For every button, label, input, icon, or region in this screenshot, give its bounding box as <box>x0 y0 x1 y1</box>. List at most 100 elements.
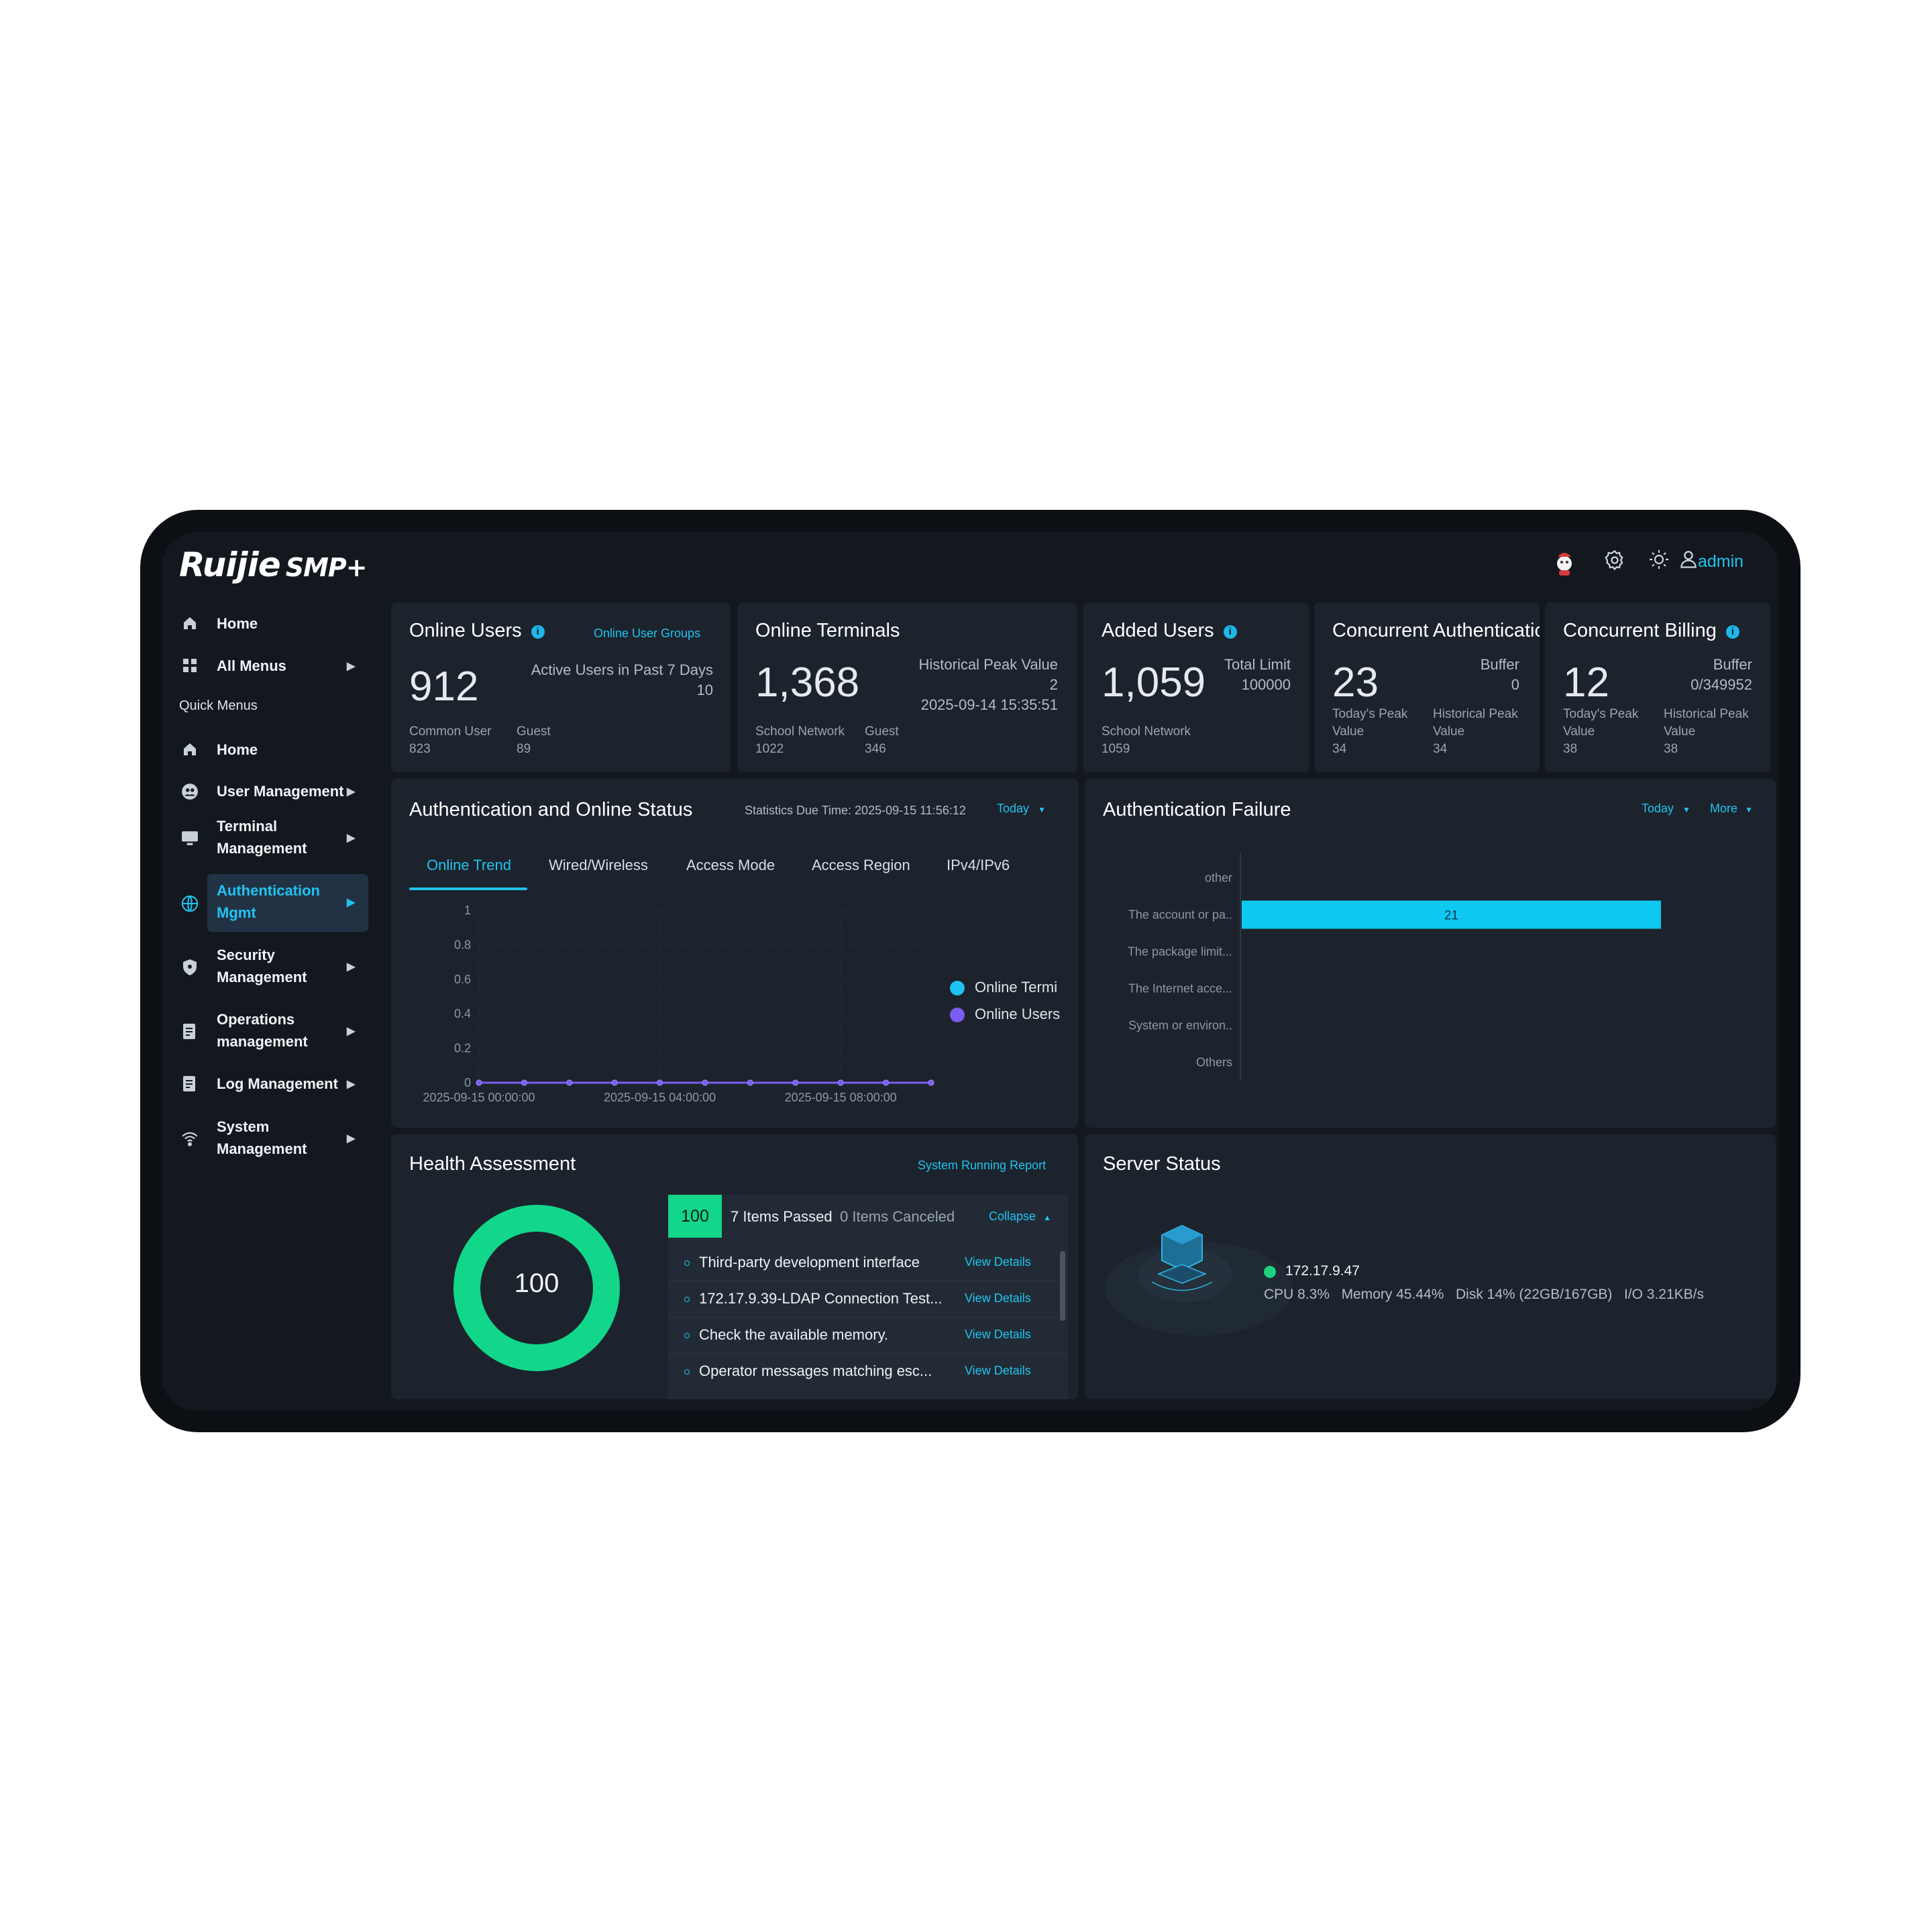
buffer-value: 0 <box>1511 676 1519 693</box>
admin-user-link[interactable]: admin <box>1698 552 1743 572</box>
card-title: Server Status <box>1103 1153 1221 1175</box>
io-rate: I/O 3.21KB/s <box>1623 1287 1704 1302</box>
home-icon <box>180 615 199 634</box>
sidebar-item-user-management[interactable]: User Management ▶ <box>162 780 370 804</box>
card-online-terminals: Online Terminals 1,368 Historical Peak V… <box>737 602 1077 772</box>
settings-icon[interactable] <box>1601 549 1628 576</box>
sidebar-item-security-management[interactable]: Security Management ▶ <box>162 944 370 991</box>
chevron-right-icon: ▶ <box>347 661 356 672</box>
bullet-icon <box>684 1297 690 1302</box>
auth-failure-chart: other The account or pa.. 21 The package li… <box>1128 853 1661 1081</box>
legend-label-users[interactable]: Online Users <box>975 1006 1060 1023</box>
added-users-value: 1,059 <box>1102 659 1206 706</box>
category-label: Others <box>1196 1056 1232 1069</box>
health-item-text: 172.17.9.39-LDAP Connection Test... <box>699 1290 943 1307</box>
guest-label: Guest <box>517 724 551 739</box>
legend-label-terminals[interactable]: Online Termi <box>975 979 1057 996</box>
total-limit-value: 100000 <box>1241 676 1291 693</box>
historical-peak-label: Historical Peak Value <box>1664 707 1749 739</box>
todays-peak-label: Today's Peak Value <box>1563 707 1639 739</box>
sidebar-item-log-management[interactable]: Log Management ▶ <box>162 1073 370 1097</box>
buffer-label: Buffer <box>1480 656 1519 673</box>
card-concurrent-authentication: Concurrent Authenticatic 23 Buffer 0 Tod… <box>1314 602 1540 772</box>
data-point <box>476 1079 482 1086</box>
sidebar-item-terminal-management[interactable]: Terminal Management ▶ <box>162 815 370 862</box>
x-tick-label: 2025-09-15 00:00:00 <box>423 1091 535 1104</box>
brand-logo[interactable]: Ruijie SMP+ <box>179 545 368 584</box>
theme-sun-icon[interactable] <box>1646 549 1672 576</box>
sidebar-item-operations-management[interactable]: Operations management ▶ <box>162 1008 370 1055</box>
caret-up-icon: ▲ <box>1043 1213 1051 1222</box>
server-metrics: CPU 8.3% Memory 45.44% Disk 14% (22GB/16… <box>1264 1287 1704 1303</box>
bullet-icon <box>684 1369 690 1375</box>
collapse-button[interactable]: Collapse ▲ <box>989 1210 1051 1224</box>
items-canceled: 0 Items Canceled <box>840 1208 955 1225</box>
server-illustration-icon <box>1105 1224 1293 1336</box>
mascot-icon[interactable] <box>1551 549 1578 576</box>
list-item: Third-party development interface View D… <box>668 1244 1068 1281</box>
bar-value-label: 21 <box>1444 909 1458 923</box>
school-network-label: School Network <box>1102 724 1191 739</box>
data-point <box>883 1079 890 1086</box>
y-tick-label: 0 <box>464 1076 471 1089</box>
info-icon[interactable]: i <box>1223 625 1237 639</box>
sidebar-item-label-line1: System <box>217 1118 270 1135</box>
system-running-report-link[interactable]: System Running Report <box>918 1159 1046 1173</box>
card-auth-online-status: Authentication and Online Status Statist… <box>391 779 1078 1128</box>
total-limit-label: Total Limit <box>1224 656 1291 673</box>
active-users-value: 10 <box>696 682 713 698</box>
health-check-list: Third-party development interface View D… <box>668 1238 1068 1385</box>
school-network-label: School Network <box>755 724 845 739</box>
view-details-link[interactable]: View Details <box>965 1328 1031 1342</box>
health-score-value: 100 <box>514 1269 559 1298</box>
sidebar-item-home-quick[interactable]: Home <box>162 739 370 763</box>
data-point <box>837 1079 844 1086</box>
school-network-value: 1059 <box>1102 742 1130 756</box>
health-item-text: Third-party development interface <box>699 1254 920 1271</box>
sidebar-item-label-line2: Management <box>217 969 307 985</box>
x-tick-label: 2025-09-15 08:00:00 <box>785 1091 897 1104</box>
view-details-link[interactable]: View Details <box>965 1255 1031 1269</box>
sidebar-item-label: Home <box>217 615 258 632</box>
online-user-groups-link[interactable]: Online User Groups <box>594 627 700 641</box>
wifi-icon <box>180 1130 199 1149</box>
historical-peak-label: Historical Peak Value <box>918 656 1058 673</box>
y-tick-label: 0.4 <box>454 1007 471 1020</box>
items-passed: 7 Items Passed <box>731 1208 833 1225</box>
cpu-usage: CPU 8.3% <box>1264 1287 1330 1302</box>
historical-peak-date: 2025-09-14 15:35:51 <box>920 696 1058 713</box>
sidebar-item-all-menus[interactable]: All Menus ▶ <box>162 655 370 679</box>
historical-peak-value: 38 <box>1664 742 1678 756</box>
brand-name: Ruijie <box>179 545 281 584</box>
info-icon[interactable]: i <box>1725 625 1739 639</box>
card-concurrent-billing: Concurrent Billing i 12 Buffer 0/349952 T… <box>1545 602 1770 772</box>
view-details-link[interactable]: View Details <box>965 1291 1031 1305</box>
chevron-right-icon: ▶ <box>347 897 356 908</box>
health-check-panel: 100 7 Items Passed 0 Items Canceled Coll… <box>668 1195 1068 1399</box>
sidebar-item-label-line2: Management <box>217 1140 307 1157</box>
data-point <box>928 1079 934 1086</box>
chevron-right-icon: ▶ <box>347 961 356 973</box>
sidebar-item-system-management[interactable]: System Management ▶ <box>162 1116 370 1163</box>
data-point <box>702 1079 708 1086</box>
sidebar-item-authentication-mgmt[interactable]: Authentication Mgmt ▶ <box>162 879 370 926</box>
card-server-status: Server Status 172.17.9.47 CPU 8.3% Memor… <box>1085 1134 1776 1399</box>
historical-peak-label: Historical Peak Value <box>1433 707 1518 739</box>
home-icon <box>180 741 199 760</box>
card-auth-failure: Authentication Failure Today ▼ More ▼ ot… <box>1085 779 1776 1128</box>
data-point <box>657 1079 663 1086</box>
sidebar-item-label-line2: Mgmt <box>217 904 256 921</box>
active-users-label: Active Users in Past 7 Days <box>531 661 713 678</box>
online-terminals-value: 1,368 <box>755 659 860 706</box>
product-name: SMP+ <box>285 553 368 582</box>
todays-peak-value: 38 <box>1563 742 1578 756</box>
online-users-value: 912 <box>409 663 479 710</box>
category-label: System or environ.. <box>1128 1019 1232 1032</box>
bullet-icon <box>684 1260 690 1266</box>
info-icon[interactable]: i <box>531 625 545 639</box>
chevron-right-icon: ▶ <box>347 1079 356 1090</box>
view-details-link[interactable]: View Details <box>965 1364 1031 1378</box>
sidebar-item-home[interactable]: Home <box>162 612 370 637</box>
scrollbar-thumb[interactable] <box>1060 1251 1065 1321</box>
card-title: Online Terminals <box>755 620 900 641</box>
